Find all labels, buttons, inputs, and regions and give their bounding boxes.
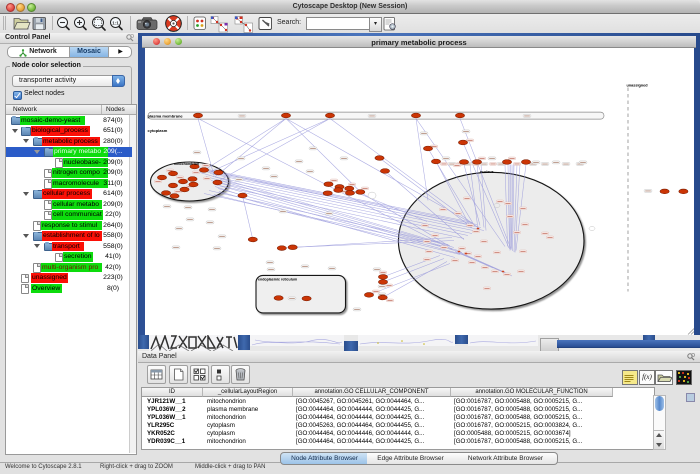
svg-text:plasma membrane: plasma membrane [148,113,184,118]
svg-text:endoplasmic reticulum: endoplasmic reticulum [258,277,297,281]
svg-text:mitochondrion: mitochondrion [174,162,199,166]
svg-text:nucleus: nucleus [480,170,494,174]
svg-text:cytoplasm: cytoplasm [148,128,168,133]
svg-text:1:1: 1:1 [112,21,119,26]
svg-text:unassigned: unassigned [627,83,649,87]
